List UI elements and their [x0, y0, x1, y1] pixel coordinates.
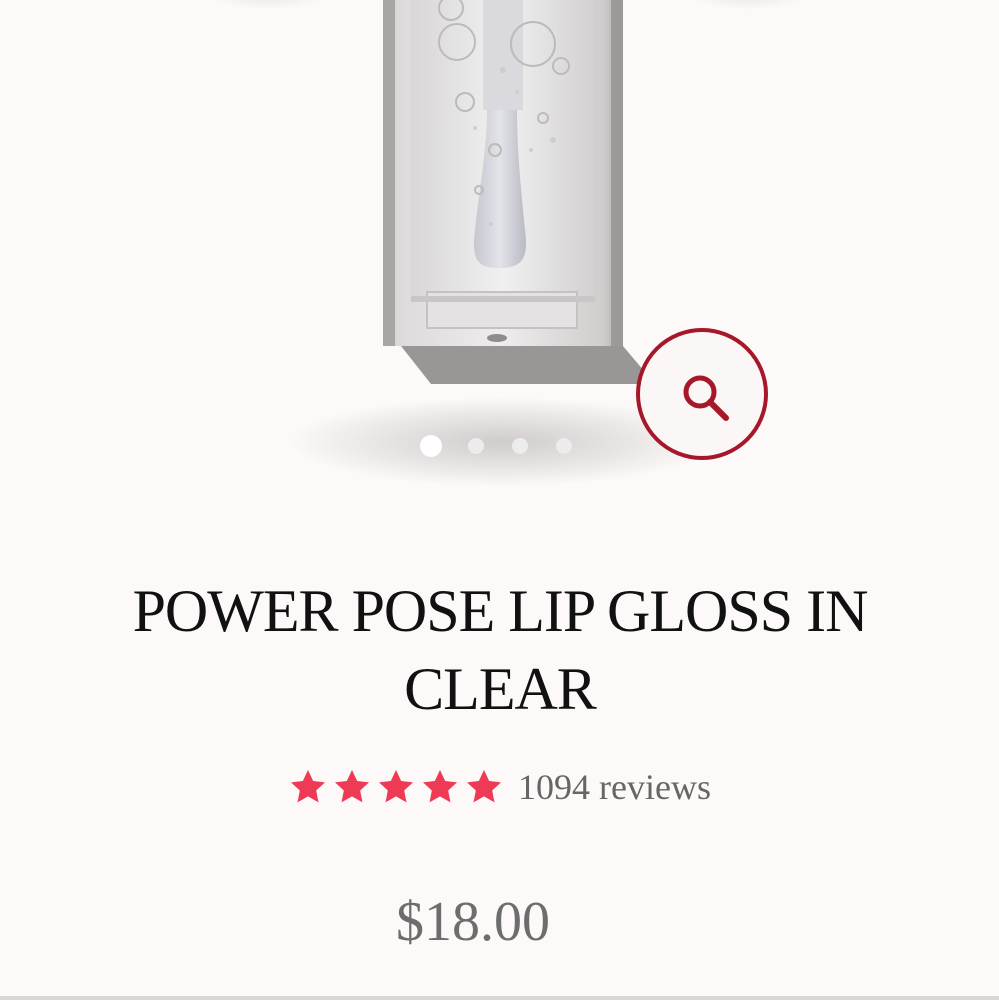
- search-icon: [683, 375, 729, 421]
- star-icon: [288, 767, 328, 807]
- zoom-button[interactable]: [636, 328, 768, 460]
- star-icon: [332, 767, 372, 807]
- star-rating: [288, 767, 508, 807]
- adjacent-image-shadow-left: [210, 0, 330, 10]
- product-title: POWER POSE LIP GLOSS IN CLEAR: [132, 578, 869, 722]
- product-image-gallery[interactable]: [0, 0, 999, 500]
- product-rating: 1094 reviews: [0, 766, 999, 808]
- carousel-dots: [420, 434, 600, 458]
- carousel-dot-1[interactable]: [420, 435, 442, 457]
- product-image: [383, 0, 653, 384]
- carousel-dot-4[interactable]: [556, 438, 572, 454]
- star-icon: [420, 767, 460, 807]
- adjacent-image-shadow-right: [690, 0, 810, 10]
- carousel-dot-3[interactable]: [512, 438, 528, 454]
- divider: [0, 996, 999, 1000]
- star-icon: [376, 767, 416, 807]
- carousel-dot-2[interactable]: [468, 438, 484, 454]
- product-page: POWER POSE LIP GLOSS IN CLEAR 1094 revie…: [0, 0, 999, 1000]
- star-icon: [464, 767, 504, 807]
- reviews-link[interactable]: 1094 reviews: [518, 766, 711, 808]
- product-price: $18.00: [396, 891, 550, 953]
